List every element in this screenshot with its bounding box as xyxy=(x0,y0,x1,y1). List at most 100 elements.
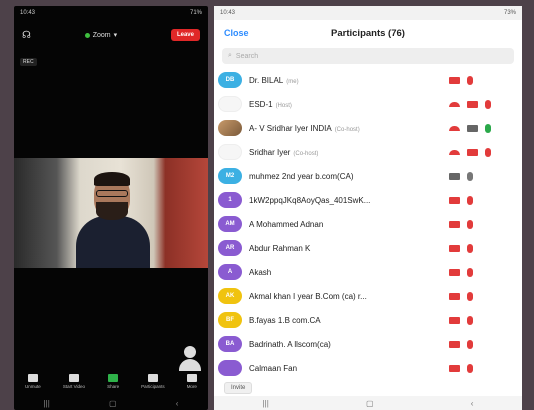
audio-route-icon[interactable]: ☊ xyxy=(22,30,31,41)
android-nav-bar: ||| ▢ ‹ xyxy=(14,396,208,410)
home-icon[interactable]: ▢ xyxy=(366,399,374,408)
participant-avatar: AK xyxy=(218,288,242,304)
leave-button[interactable]: Leave xyxy=(170,29,200,41)
participant-avatar: AR xyxy=(218,240,242,256)
participant-name-text: Akmal khan I year B.Com (ca) r... xyxy=(249,291,367,301)
video-off-icon xyxy=(449,292,460,300)
participant-name-text: Calmaan Fan xyxy=(249,363,298,373)
participant-name: Sridhar Iyer (Co-host) xyxy=(249,148,449,157)
participant-name-text: muhmez 2nd year b.com(CA) xyxy=(249,171,354,181)
status-time: 10:43 xyxy=(220,10,236,16)
participant-name: Akash xyxy=(249,268,449,277)
screenshot-stage: 10:43 71% ☊ Zoom ▾ Leave REC Unmute Start… xyxy=(0,0,534,410)
participant-row[interactable]: AM A Mohammed Adnan xyxy=(214,212,522,236)
start-video-button[interactable]: Start Video xyxy=(63,373,85,389)
participant-avatar: A xyxy=(218,264,242,280)
mic-off-icon xyxy=(27,373,38,382)
participant-status-icons xyxy=(449,243,473,253)
back-icon[interactable]: ‹ xyxy=(176,399,179,408)
participant-row[interactable]: BA Badrinath. A llscom(ca) xyxy=(214,332,522,356)
phone-call-icon xyxy=(449,149,460,155)
participant-name-text: Abdur Rahman K xyxy=(249,243,311,253)
back-icon[interactable]: ‹ xyxy=(471,399,474,408)
participant-avatar: AM xyxy=(218,216,242,232)
participant-avatar: BA xyxy=(218,336,242,352)
recent-apps-icon[interactable]: ||| xyxy=(44,399,50,408)
participant-row[interactable]: AR Abdur Rahman K xyxy=(214,236,522,260)
share-icon xyxy=(108,373,119,382)
participant-row[interactable]: M2 muhmez 2nd year b.com(CA) xyxy=(214,164,522,188)
mic-off-icon xyxy=(467,219,473,229)
meeting-top-bar: ☊ Zoom ▾ Leave xyxy=(14,20,208,50)
participant-name: B.fayas 1.B com.CA xyxy=(249,316,449,325)
mic-off-icon xyxy=(467,339,473,349)
participant-row[interactable]: ESD-1 (Host) xyxy=(214,92,522,116)
video-off-icon xyxy=(449,268,460,276)
video-off-icon xyxy=(68,373,79,382)
secure-dot-icon xyxy=(84,32,90,38)
participant-row[interactable]: A Akash xyxy=(214,260,522,284)
video-off-icon xyxy=(449,364,460,372)
participant-name-text: Akash xyxy=(249,267,272,277)
participant-name-text: B.fayas 1.B com.CA xyxy=(249,315,321,325)
participant-status-icons xyxy=(449,195,473,205)
participant-avatar xyxy=(218,120,242,136)
recent-apps-icon[interactable]: ||| xyxy=(263,399,269,408)
participant-status-icons xyxy=(449,123,491,133)
participant-avatar: 1 xyxy=(218,192,242,208)
close-button[interactable]: Close xyxy=(224,28,249,38)
home-icon[interactable]: ▢ xyxy=(109,399,117,408)
participant-name-text: ESD-1 xyxy=(249,99,273,109)
participant-name: 1kW2ppqJKq8AoyQas_401SwK... xyxy=(249,196,449,205)
participant-row[interactable]: BF B.fayas 1.B com.CA xyxy=(214,308,522,332)
participant-row[interactable]: A- V Sridhar Iyer INDIA (Co-host) xyxy=(214,116,522,140)
unmute-button[interactable]: Unmute xyxy=(25,373,41,389)
participants-button[interactable]: Participants xyxy=(141,373,165,389)
search-input[interactable]: ⌕ Search xyxy=(222,48,514,64)
mic-on-icon xyxy=(485,123,491,133)
video-off-icon xyxy=(449,316,460,324)
share-button[interactable]: Share xyxy=(107,373,119,389)
participant-status-icons xyxy=(449,219,473,229)
participant-name: A Mohammed Adnan xyxy=(249,220,449,229)
participant-avatar: DB xyxy=(218,72,242,88)
participant-name: A- V Sridhar Iyer INDIA (Co-host) xyxy=(249,124,449,133)
participant-row[interactable]: DB Dr. BILAL (me) xyxy=(214,68,522,92)
meeting-toolbar: Unmute Start Video Share Participants Mo… xyxy=(14,366,208,396)
participant-avatar xyxy=(218,144,242,160)
participant-name: Abdur Rahman K xyxy=(249,244,449,253)
video-on-icon xyxy=(449,172,460,180)
participant-row[interactable]: Sridhar Iyer (Co-host) xyxy=(214,140,522,164)
participant-row[interactable]: 1 1kW2ppqJKq8AoyQas_401SwK... xyxy=(214,188,522,212)
participant-status-icons xyxy=(449,171,473,181)
search-icon: ⌕ xyxy=(228,52,232,59)
participant-status-icons xyxy=(449,315,473,325)
participant-row[interactable]: Calmaan Fan xyxy=(214,356,522,380)
participant-role-tag: (Co-host) xyxy=(334,126,360,133)
video-off-icon xyxy=(449,196,460,204)
participant-name: Dr. BILAL (me) xyxy=(249,76,449,85)
participant-row[interactable]: AK Akmal khan I year B.Com (ca) r... xyxy=(214,284,522,308)
participant-name-text: Dr. BILAL xyxy=(249,75,284,85)
status-bar: 10:43 71% xyxy=(14,6,208,20)
invite-button[interactable]: Invite xyxy=(224,382,253,394)
video-off-icon xyxy=(449,220,460,228)
participant-name-text: Badrinath. A llscom(ca) xyxy=(249,339,331,349)
phone-call-icon xyxy=(449,101,460,107)
participant-name-text: 1kW2ppqJKq8AoyQas_401SwK... xyxy=(249,195,371,205)
participant-role-tag: (me) xyxy=(286,78,299,85)
search-placeholder: Search xyxy=(235,52,259,60)
mic-off-icon xyxy=(485,99,491,109)
mic-off-icon xyxy=(467,243,473,253)
zoom-label[interactable]: Zoom ▾ xyxy=(84,31,117,39)
participant-avatar xyxy=(218,96,242,112)
participant-status-icons xyxy=(449,75,473,85)
participant-name: Calmaan Fan xyxy=(249,364,449,373)
active-speaker-video[interactable] xyxy=(14,158,208,268)
phone-call-icon xyxy=(449,125,460,131)
participant-name: Akmal khan I year B.Com (ca) r... xyxy=(249,292,449,301)
mic-off-icon xyxy=(485,147,491,157)
mic-off-icon xyxy=(467,75,473,85)
video-off-icon xyxy=(467,100,478,108)
more-button[interactable]: More xyxy=(187,373,197,389)
